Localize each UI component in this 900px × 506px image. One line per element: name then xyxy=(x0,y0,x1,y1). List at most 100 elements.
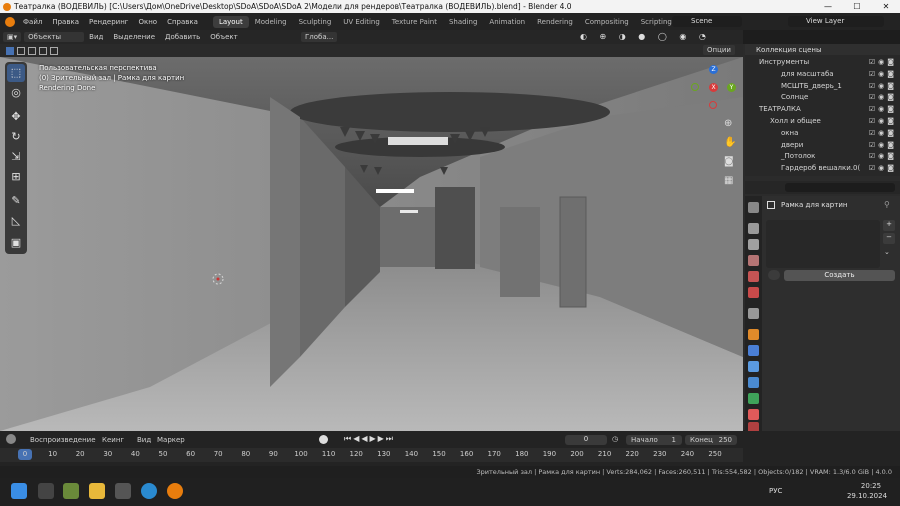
menu-window[interactable]: Окно xyxy=(133,18,162,26)
tab-texture-paint[interactable]: Texture Paint xyxy=(386,16,443,28)
language-indicator[interactable]: РУС xyxy=(769,487,782,495)
minimize-button[interactable]: — xyxy=(814,0,842,13)
view-layer-selector[interactable]: View Layer xyxy=(788,16,884,27)
blender-taskbar-icon[interactable] xyxy=(167,483,183,499)
tab-modeling[interactable]: Modeling xyxy=(249,16,293,28)
start-icon[interactable] xyxy=(11,483,27,499)
gizmo-y-axis[interactable]: Y xyxy=(727,83,736,92)
zoom-icon[interactable]: ⊕ xyxy=(724,114,736,133)
menu-timeline-view[interactable]: Вид xyxy=(137,436,151,444)
menu-add[interactable]: Добавить xyxy=(160,33,205,41)
material-tab-icon[interactable] xyxy=(748,409,759,420)
tab-animation[interactable]: Animation xyxy=(483,16,531,28)
select-mode-intersect-icon[interactable] xyxy=(50,47,58,55)
frame-ruler[interactable]: 0 10 20 30 40 50 60 70 80 90 100 110 120 130 140 150 160… xyxy=(0,448,743,462)
viewport-3d[interactable] xyxy=(0,57,743,431)
start-frame-field[interactable]: Начало 1 xyxy=(626,435,682,445)
add-cube-tool-icon[interactable]: ▣ xyxy=(7,234,25,252)
close-button[interactable]: ✕ xyxy=(872,0,900,13)
minecraft-icon[interactable] xyxy=(63,483,79,499)
mode-selector[interactable]: Объекты xyxy=(24,32,85,42)
scale-tool-icon[interactable]: ⇲ xyxy=(7,148,25,166)
measure-tool-icon[interactable]: ◺ xyxy=(7,212,25,230)
transform-orientation[interactable]: Глоба... xyxy=(301,32,338,42)
constraints-tab-icon[interactable] xyxy=(748,393,759,404)
visibility-icons[interactable]: ☑◉◙ xyxy=(869,105,897,113)
clock-icon[interactable]: ◷ xyxy=(612,435,622,445)
collection-tab-icon[interactable] xyxy=(748,308,759,319)
menu-help[interactable]: Справка xyxy=(162,18,203,26)
view-layer-tab-icon[interactable] xyxy=(748,255,759,266)
visibility-icons[interactable]: ☑◉◙ xyxy=(869,93,897,101)
select-mode-extend-icon[interactable] xyxy=(17,47,25,55)
maximize-button[interactable]: ☐ xyxy=(843,0,871,13)
material-slots-list[interactable] xyxy=(766,220,880,268)
menu-playback[interactable]: Воспроизведение xyxy=(30,436,96,444)
output-tab-icon[interactable] xyxy=(748,239,759,250)
outliner-row[interactable]: Холл и общее ☑◉◙ xyxy=(745,116,900,128)
move-tool-icon[interactable]: ✥ xyxy=(7,108,25,126)
menu-file[interactable]: Файл xyxy=(18,18,47,26)
cursor-tool-icon[interactable]: ◎ xyxy=(7,84,25,102)
menu-render[interactable]: Рендеринг xyxy=(84,18,134,26)
current-frame-field[interactable]: 0 xyxy=(565,435,607,445)
file-explorer-icon[interactable] xyxy=(89,483,105,499)
render-tab-icon[interactable] xyxy=(748,223,759,234)
annotate-tool-icon[interactable]: ✎ xyxy=(7,192,25,210)
menu-object[interactable]: Объект xyxy=(205,33,242,41)
outliner-row[interactable]: двери ☑◉◙ xyxy=(745,140,900,152)
tab-compositing[interactable]: Compositing xyxy=(579,16,635,28)
options-dropdown[interactable]: Опции xyxy=(703,45,735,55)
outliner[interactable]: Коллекция сцены Инструменты ☑◉◙ для масшта… xyxy=(745,44,900,176)
timeline-editor-icon[interactable] xyxy=(6,434,16,444)
edge-icon[interactable] xyxy=(141,483,157,499)
outliner-row[interactable]: Гардероб вешалки.0(☑◉◙ xyxy=(745,163,900,175)
visibility-icons[interactable]: ☑◉◙ xyxy=(869,70,897,78)
transform-tool-icon[interactable]: ⊞ xyxy=(7,168,25,186)
clock-date[interactable]: 29.10.2024 xyxy=(838,492,896,500)
camera-icon[interactable]: ◙ xyxy=(724,152,736,171)
grid-icon[interactable]: ▦ xyxy=(724,171,736,190)
tool-tab-icon[interactable] xyxy=(748,202,759,213)
select-box-tool-icon[interactable]: ⬚ xyxy=(7,64,25,82)
tab-shading[interactable]: Shading xyxy=(443,16,483,28)
menu-select[interactable]: Выделение xyxy=(108,33,160,41)
menu-marker[interactable]: Маркер xyxy=(157,436,185,444)
navigation-gizmo[interactable]: Z Y X xyxy=(690,62,740,112)
outliner-row[interactable]: для масштаба ☑◉◙ xyxy=(745,69,900,81)
outliner-row[interactable]: окна ☑◉◙ xyxy=(745,128,900,140)
slot-menu-chevron-icon[interactable]: ⌄ xyxy=(884,248,890,256)
pan-hand-icon[interactable]: ✋ xyxy=(724,133,736,152)
gizmo-neg-x[interactable] xyxy=(709,101,717,109)
outliner-row[interactable]: Инструменты ☑◉◙ xyxy=(745,57,900,69)
gizmo-neg-y[interactable] xyxy=(691,83,699,91)
modifier-tab-icon[interactable] xyxy=(748,345,759,356)
menu-edit[interactable]: Правка xyxy=(47,18,84,26)
menu-keying[interactable]: Кеинг xyxy=(102,436,124,444)
visibility-icons[interactable]: ☑◉◙ xyxy=(869,141,897,149)
tab-layout[interactable]: Layout xyxy=(212,15,249,28)
world-tab-icon[interactable] xyxy=(748,287,759,298)
gizmo-x-axis[interactable]: X xyxy=(709,83,718,92)
particles-tab-icon[interactable] xyxy=(748,361,759,372)
menu-view[interactable]: Вид xyxy=(84,33,108,41)
scene-selector[interactable]: Scene xyxy=(672,16,742,27)
visibility-icons[interactable]: ☑◉◙ xyxy=(869,152,897,160)
scene-tab-icon[interactable] xyxy=(748,271,759,282)
new-material-button[interactable]: Создать xyxy=(784,270,895,281)
blender-menu-icon[interactable] xyxy=(5,16,15,27)
select-mode-invert-icon[interactable] xyxy=(39,47,47,55)
store-icon[interactable] xyxy=(38,483,54,499)
visibility-icons[interactable]: ☑◉◙ xyxy=(869,129,897,137)
auto-key-button[interactable] xyxy=(319,435,328,444)
visibility-icons[interactable]: ☑◉◙ xyxy=(869,58,897,66)
outliner-row[interactable]: Солнце ☑◉◙ xyxy=(745,92,900,104)
end-frame-field[interactable]: Конец 250 xyxy=(685,435,737,445)
properties-search-input[interactable] xyxy=(785,183,895,192)
add-slot-button[interactable]: + xyxy=(883,220,895,231)
clock-time[interactable]: 20:25 xyxy=(846,482,896,490)
visibility-icons[interactable]: ☑◉◙ xyxy=(869,164,897,172)
rotate-tool-icon[interactable]: ↻ xyxy=(7,128,25,146)
outliner-row[interactable]: ТЕАТРАЛКА ☑◉◙ xyxy=(745,104,900,116)
outliner-row[interactable]: _Потолок ☑◉◙ xyxy=(745,151,900,163)
